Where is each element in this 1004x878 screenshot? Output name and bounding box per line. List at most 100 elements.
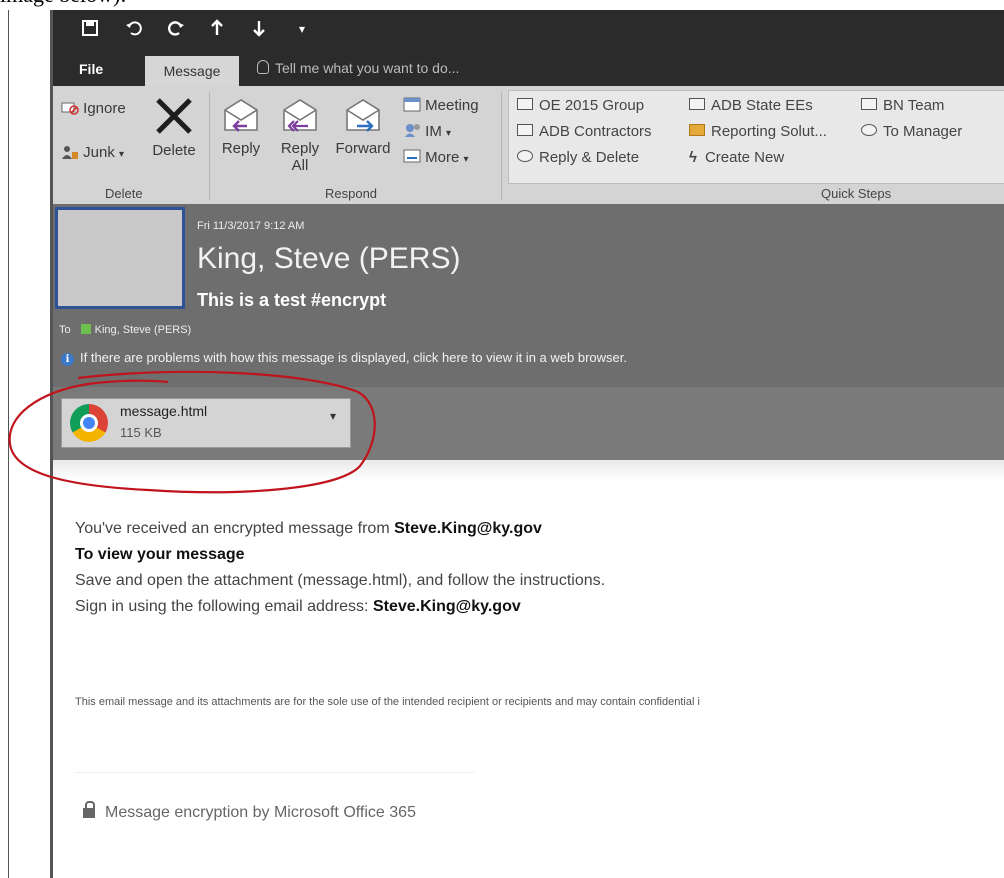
reply-all-button[interactable]: Reply All bbox=[275, 96, 325, 174]
recipient-name[interactable]: King, Steve (PERS) bbox=[95, 324, 192, 336]
tab-file[interactable]: File bbox=[79, 61, 103, 77]
quick-step-bn-team[interactable]: BN Team bbox=[861, 97, 944, 114]
ignore-icon bbox=[61, 102, 79, 115]
envelope-icon bbox=[861, 98, 877, 110]
sender-name[interactable]: King, Steve (PERS) bbox=[197, 242, 460, 276]
body-text: Sign in using the following email addres… bbox=[75, 598, 373, 615]
more-respond-button[interactable]: More ▾ bbox=[403, 148, 469, 166]
more-label: More bbox=[425, 149, 460, 166]
body-line-received: You've received an encrypted message fro… bbox=[75, 520, 542, 538]
document-caption: image below): bbox=[0, 0, 126, 8]
envelope-icon bbox=[517, 98, 533, 110]
quick-step-label: ADB Contractors bbox=[539, 123, 652, 140]
reply-button[interactable]: Reply bbox=[217, 96, 265, 157]
reply-all-icon bbox=[283, 99, 317, 132]
meeting-icon bbox=[403, 97, 421, 112]
quick-step-label: Reply & Delete bbox=[539, 149, 640, 166]
body-line-signin: Sign in using the following email addres… bbox=[75, 598, 521, 616]
forward-arrow-icon bbox=[861, 124, 877, 136]
quick-steps-gallery: OE 2015 Group ADB State EEs BN Team ADB … bbox=[508, 90, 1004, 184]
quick-step-reporting-solutions[interactable]: Reporting Solut... bbox=[689, 123, 827, 140]
down-arrow-icon[interactable] bbox=[251, 18, 267, 42]
body-heading: To view your message bbox=[75, 546, 245, 563]
reply-all-label-1: Reply bbox=[280, 140, 320, 157]
message-header: Fri 11/3/2017 9:12 AM King, Steve (PERS)… bbox=[53, 204, 1004, 387]
im-label: IM bbox=[425, 123, 442, 140]
view-in-browser-infobar[interactable]: i If there are problems with how this mes… bbox=[61, 350, 627, 366]
group-divider bbox=[209, 92, 210, 200]
undo-icon[interactable] bbox=[125, 18, 143, 42]
meeting-label: Meeting bbox=[425, 97, 479, 114]
ribbon-tabs: File Message Tell me what you want to do… bbox=[53, 52, 1004, 86]
junk-icon bbox=[62, 146, 78, 159]
forward-label: Forward bbox=[335, 140, 391, 157]
chevron-down-icon: ▾ bbox=[446, 128, 452, 139]
im-icon bbox=[405, 124, 420, 137]
folder-icon bbox=[689, 124, 705, 136]
quick-step-reply-delete[interactable]: Reply & Delete bbox=[517, 149, 639, 166]
quick-step-label: OE 2015 Group bbox=[539, 97, 645, 114]
customize-toolbar-button[interactable]: ▾ bbox=[299, 22, 305, 36]
forward-button[interactable]: Forward bbox=[331, 96, 395, 157]
im-button[interactable]: IM ▾ bbox=[403, 122, 451, 140]
quick-step-label: To Manager bbox=[883, 123, 963, 140]
info-icon: i bbox=[61, 353, 74, 366]
quick-step-label: ADB State EEs bbox=[711, 97, 813, 114]
quick-step-create-new[interactable]: ϟ Create New bbox=[689, 149, 784, 166]
footer-divider bbox=[75, 772, 475, 773]
message-subject: This is a test #encrypt bbox=[197, 290, 387, 310]
group-divider bbox=[501, 92, 502, 200]
reply-icon bbox=[224, 99, 258, 132]
signin-email: Steve.King@ky.gov bbox=[372, 598, 521, 615]
ignore-button[interactable]: Ignore bbox=[61, 100, 126, 117]
confidentiality-disclaimer: This email message and its attachments a… bbox=[75, 696, 700, 708]
to-label: To bbox=[59, 324, 71, 336]
junk-label: Junk bbox=[83, 144, 115, 161]
quick-step-to-manager[interactable]: To Manager bbox=[861, 123, 962, 140]
lightning-icon: ϟ bbox=[689, 149, 697, 166]
delete-button[interactable]: Delete bbox=[149, 96, 199, 159]
lock-icon bbox=[83, 801, 95, 818]
reply-label: Reply bbox=[221, 140, 261, 157]
tell-me-search[interactable]: Tell me what you want to do... bbox=[257, 60, 459, 76]
reply-delete-icon bbox=[517, 150, 533, 162]
ignore-label: Ignore bbox=[83, 100, 126, 117]
encryption-footer: Message encryption by Microsoft Office 3… bbox=[83, 801, 416, 822]
meeting-button[interactable]: Meeting bbox=[403, 96, 479, 114]
redo-icon[interactable] bbox=[167, 18, 185, 42]
tab-message[interactable]: Message bbox=[145, 56, 239, 86]
ribbon: Ignore Junk ▾ Delete Delete Reply Reply … bbox=[53, 86, 1004, 205]
sent-date: Fri 11/3/2017 9:12 AM bbox=[197, 220, 305, 232]
save-icon[interactable] bbox=[81, 18, 99, 42]
body-line-instructions: Save and open the attachment (message.ht… bbox=[75, 572, 606, 589]
envelope-icon bbox=[517, 124, 533, 136]
chevron-down-icon: ▾ bbox=[119, 149, 125, 160]
message-body: You've received an encrypted message fro… bbox=[53, 460, 1004, 878]
delete-group-label: Delete bbox=[105, 186, 143, 201]
quick-step-label: Create New bbox=[704, 149, 785, 166]
to-line: To King, Steve (PERS) bbox=[59, 324, 191, 336]
presence-icon bbox=[80, 324, 91, 334]
quick-step-adb-state-ees[interactable]: ADB State EEs bbox=[689, 97, 813, 114]
quick-steps-group-label: Quick Steps bbox=[821, 186, 892, 201]
footer-text: Message encryption by Microsoft Office 3… bbox=[105, 804, 416, 821]
delete-x-icon bbox=[156, 98, 192, 134]
forward-icon bbox=[346, 99, 380, 132]
quick-access-toolbar: ▾ bbox=[53, 10, 1004, 52]
sender-avatar bbox=[55, 207, 185, 309]
junk-button[interactable]: Junk ▾ bbox=[61, 144, 124, 161]
chevron-down-icon: ▾ bbox=[463, 154, 469, 165]
delete-label: Delete bbox=[152, 142, 196, 159]
lightbulb-icon bbox=[257, 60, 269, 74]
up-arrow-icon[interactable] bbox=[209, 18, 225, 42]
quick-step-oe-2015-group[interactable]: OE 2015 Group bbox=[517, 97, 644, 114]
infobar-text: If there are problems with how this mess… bbox=[80, 350, 627, 365]
tell-me-placeholder: Tell me what you want to do... bbox=[275, 60, 460, 76]
quick-step-adb-contractors[interactable]: ADB Contractors bbox=[517, 123, 652, 140]
reply-all-label-2: All bbox=[291, 157, 309, 174]
more-icon bbox=[403, 149, 421, 163]
red-annotation-circle bbox=[8, 370, 376, 494]
sender-email: Steve.King@ky.gov bbox=[394, 520, 542, 537]
quick-step-label: BN Team bbox=[883, 97, 945, 114]
envelope-icon bbox=[689, 98, 705, 110]
